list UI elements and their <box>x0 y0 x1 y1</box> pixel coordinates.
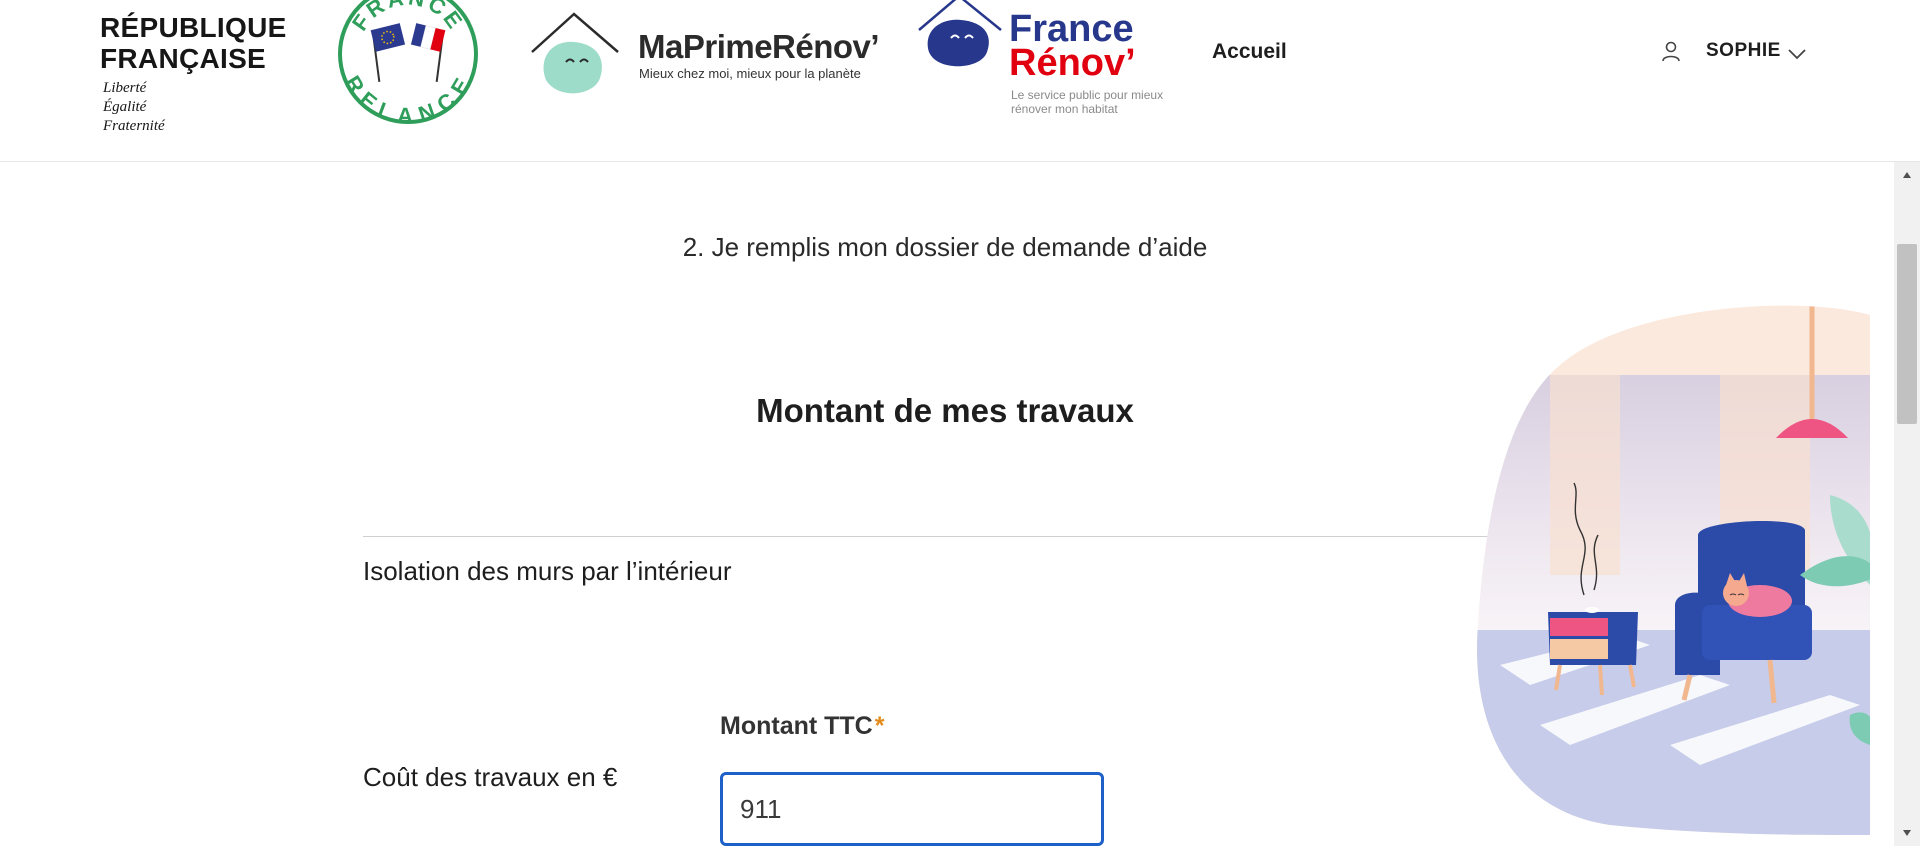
france-renov-tagline: Le service public pour mieux rénover mon… <box>1011 88 1164 116</box>
svg-text:FRANCE: FRANCE <box>347 0 469 35</box>
scrollbar-thumb[interactable] <box>1897 244 1917 424</box>
marianne-flag-icon <box>102 0 138 2</box>
scroll-up-arrow-icon[interactable] <box>1894 162 1920 188</box>
svg-text:RELANCE: RELANCE <box>340 71 476 124</box>
montant-ttc-input[interactable] <box>720 772 1104 846</box>
maprimerenov-logo[interactable]: MaPrimeRénov’ Mieux chez moi, mieux pour… <box>528 10 888 100</box>
maprimerenov-name: MaPrimeRénov’ <box>638 28 880 65</box>
user-icon <box>1662 41 1680 62</box>
republique-motto: Liberté Égalité Fraternité <box>103 80 165 134</box>
maprimerenov-tagline: Mieux chez moi, mieux pour la planète <box>639 66 861 81</box>
required-marker: * <box>874 712 885 740</box>
site-header: RÉPUBLIQUE FRANÇAISE Liberté Égalité Fra… <box>0 0 1920 162</box>
living-room-illustration <box>1477 305 1870 835</box>
france-relance-top-text: FRANCE <box>347 0 466 35</box>
nav-accueil-link[interactable]: Accueil <box>1212 40 1287 64</box>
cout-travaux-label: Coût des travaux en € <box>363 762 618 792</box>
step-title: 2. Je remplis mon dossier de demande d’a… <box>682 232 1208 262</box>
montant-ttc-label: Montant TTC* <box>720 712 884 741</box>
france-renov-line2: Rénov’ <box>1009 42 1136 84</box>
maprimerenov-mascot-icon <box>531 12 619 94</box>
user-name: SOPHIE <box>1706 40 1781 61</box>
crossed-flags-icon <box>370 23 446 82</box>
chevron-down-icon <box>1788 49 1806 60</box>
section-divider <box>363 536 1526 537</box>
france-relance-bottom-text: RELANCE <box>340 71 473 124</box>
republique-francaise-title: RÉPUBLIQUE FRANÇAISE <box>100 12 287 74</box>
france-renov-mascot-icon <box>918 0 1002 67</box>
work-item-label: Isolation des murs par l’intérieur <box>363 556 732 586</box>
france-relance-logo: FRANCE RELANCE <box>338 0 478 124</box>
scroll-down-arrow-icon[interactable] <box>1894 820 1920 846</box>
page-scrollbar[interactable] <box>1894 162 1920 846</box>
montant-ttc-label-text: Montant TTC <box>720 712 873 740</box>
france-renov-logo[interactable]: France Rénov’ Le service public pour mie… <box>915 0 1175 120</box>
user-menu[interactable]: SOPHIE <box>1660 40 1807 62</box>
